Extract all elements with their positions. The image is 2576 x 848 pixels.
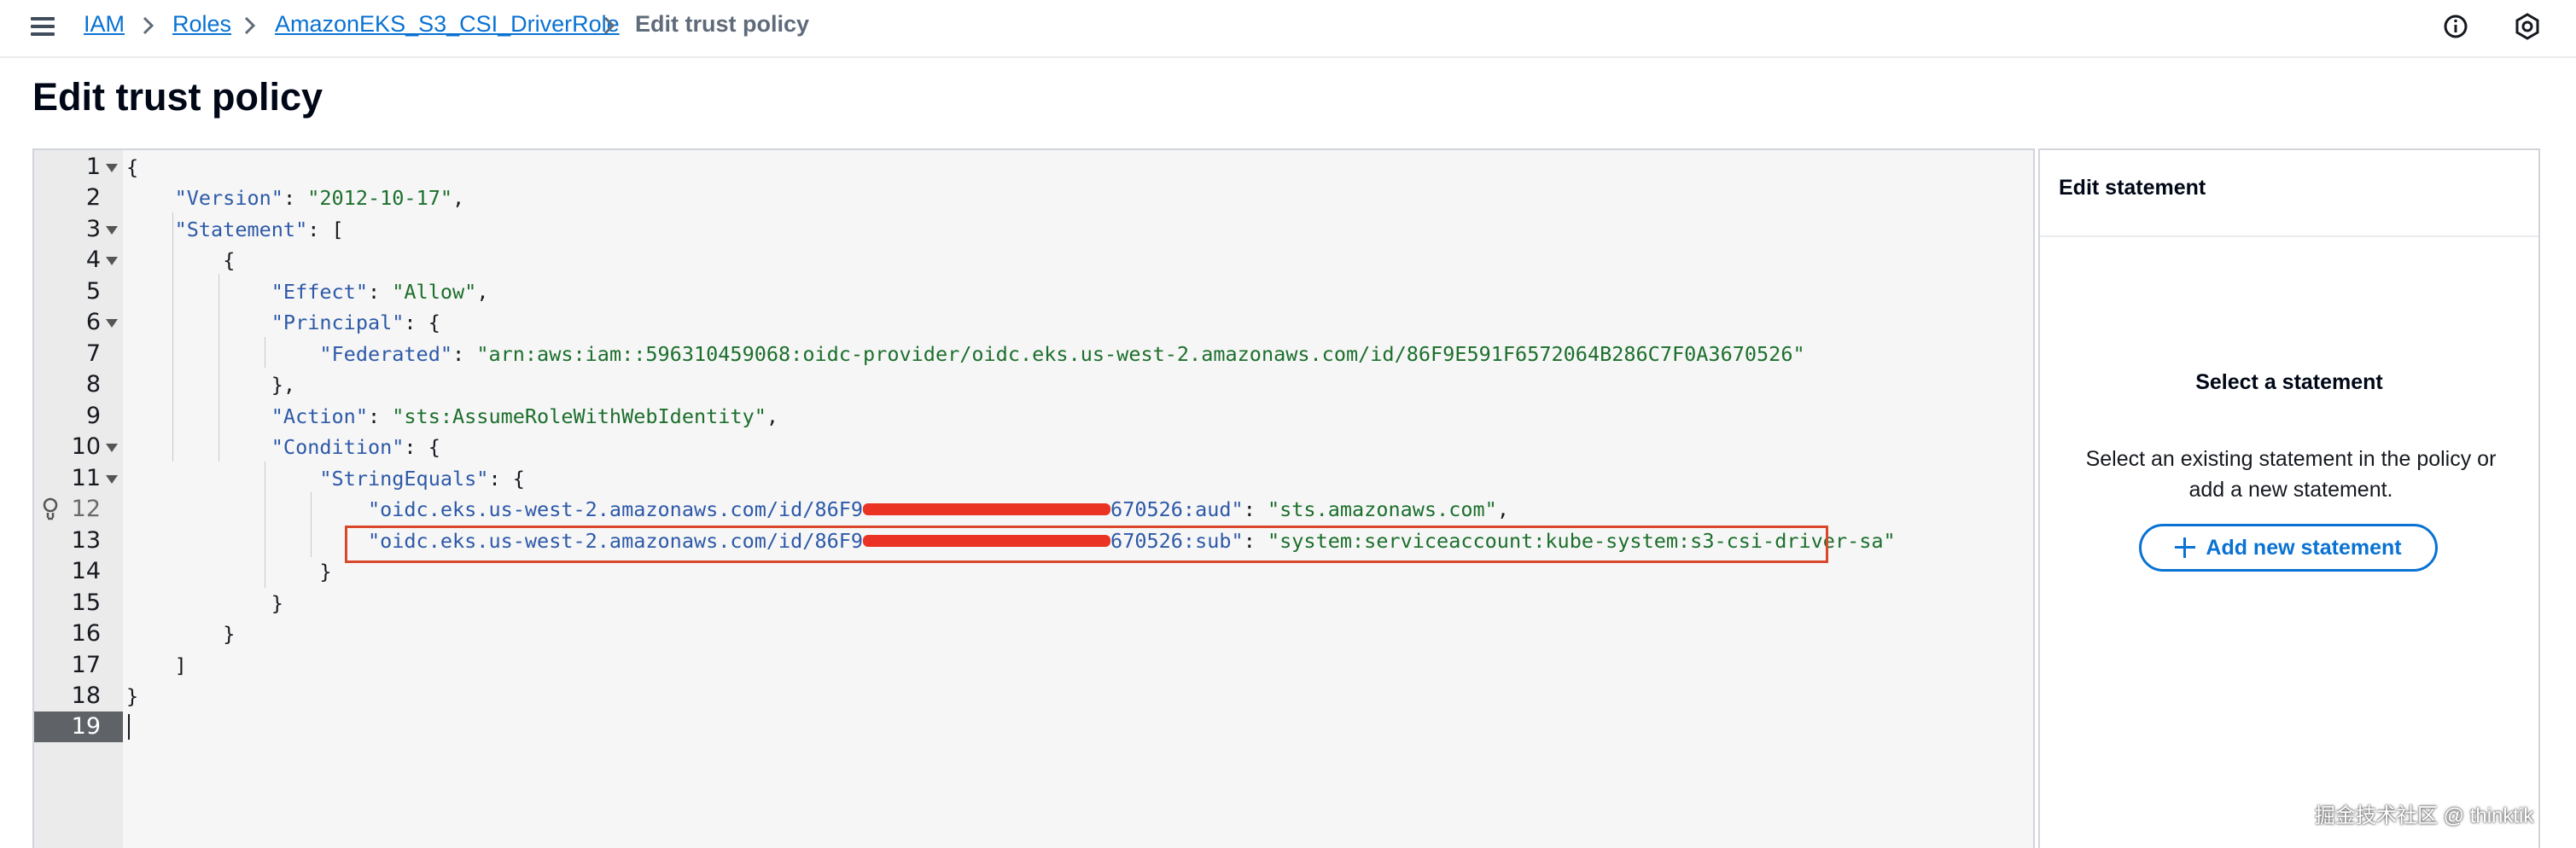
- code-line-18: }: [126, 684, 139, 708]
- line-number: 13: [71, 527, 101, 554]
- fold-toggle-icon[interactable]: [104, 161, 119, 173]
- line-number: 2: [85, 184, 101, 211]
- add-new-statement-button[interactable]: Add new statement: [2139, 524, 2438, 572]
- breadcrumb-roles[interactable]: Roles: [172, 11, 231, 38]
- redaction-mark: [863, 502, 1111, 515]
- annotation-highlight-box: [345, 526, 1828, 563]
- empty-state-description: Select an existing statement in the poli…: [2085, 447, 2497, 502]
- line-number: 10: [71, 433, 101, 460]
- line-number: 4: [85, 247, 101, 273]
- policy-json-editor[interactable]: 1 2 3 4 5 6 7 8 9 10 11 12 13 14 15 16 1…: [32, 148, 2045, 848]
- code-line-16: }: [223, 622, 236, 646]
- fold-toggle-icon[interactable]: [104, 317, 119, 328]
- line-number: 16: [71, 620, 101, 647]
- breadcrumb-iam[interactable]: IAM: [84, 11, 125, 38]
- code-line-4: {: [223, 248, 236, 272]
- code-line-6: "Principal": {: [271, 311, 440, 334]
- breadcrumb-role-name[interactable]: AmazonEKS_S3_CSI_DriverRole: [275, 11, 620, 38]
- lightbulb-icon[interactable]: [41, 497, 60, 522]
- code-line-15: }: [271, 591, 283, 615]
- line-number-active: 19: [71, 713, 101, 740]
- panel-title: Edit statement: [2059, 176, 2206, 200]
- code-line-12: "oidc.eks.us-west-2.amazonaws.com/id/86F…: [367, 497, 1509, 521]
- settings-icon[interactable]: [2513, 12, 2542, 41]
- add-new-statement-label: Add new statement: [2206, 535, 2402, 560]
- line-number-gutter: 1 2 3 4 5 6 7 8 9 10 11 12 13 14 15 16 1…: [34, 150, 123, 848]
- edit-statement-panel: Edit statement Select a statement Select…: [2038, 148, 2540, 848]
- fold-toggle-icon[interactable]: [104, 224, 119, 235]
- menu-icon[interactable]: [31, 15, 55, 38]
- top-navigation-bar: IAM Roles AmazonEKS_S3_CSI_DriverRole Ed…: [0, 0, 2576, 58]
- code-line-2: "Version": "2012-10-17",: [174, 186, 465, 210]
- line-number: 9: [85, 403, 101, 429]
- watermark: 掘金技术社区 @ thinktik: [2315, 804, 2534, 828]
- code-line-11: "StringEquals": {: [319, 467, 525, 491]
- code-line-8: },: [271, 373, 296, 397]
- line-number: 15: [71, 590, 101, 616]
- code-line-14: }: [319, 560, 332, 584]
- line-number: 3: [85, 216, 101, 242]
- code-line-5: "Effect": "Allow",: [271, 280, 489, 304]
- line-number: 14: [71, 558, 101, 584]
- code-line-7: "Federated": "arn:aws:iam::596310459068:…: [319, 342, 1805, 366]
- text-cursor: [128, 714, 130, 740]
- line-number: 6: [85, 309, 101, 335]
- line-number: 8: [85, 371, 101, 398]
- chevron-right-icon: [603, 16, 615, 35]
- page-title: Edit trust policy: [32, 75, 323, 119]
- line-number: 7: [85, 340, 101, 367]
- code-line-10: "Condition": {: [271, 435, 440, 459]
- line-number: 11: [71, 465, 101, 491]
- code-line-3: "Statement": [: [174, 218, 344, 241]
- code-line-1: {: [126, 155, 139, 179]
- empty-state-title: Select a statement: [2195, 370, 2383, 394]
- fold-toggle-icon[interactable]: [104, 473, 119, 485]
- line-number: 5: [85, 278, 101, 305]
- chevron-right-icon: [244, 16, 256, 35]
- chevron-right-icon: [143, 16, 154, 35]
- fold-toggle-icon[interactable]: [104, 441, 119, 453]
- fold-toggle-icon[interactable]: [104, 254, 119, 266]
- code-line-17: ]: [174, 653, 187, 677]
- plus-icon: [2175, 537, 2196, 558]
- code-line-9: "Action": "sts:AssumeRoleWithWebIdentity…: [271, 404, 779, 428]
- line-number: 17: [71, 652, 101, 678]
- breadcrumb-current: Edit trust policy: [635, 11, 810, 37]
- line-number: 18: [71, 682, 101, 709]
- divider: [2040, 235, 2538, 237]
- info-icon[interactable]: [2441, 12, 2470, 41]
- line-number: 1: [85, 154, 101, 180]
